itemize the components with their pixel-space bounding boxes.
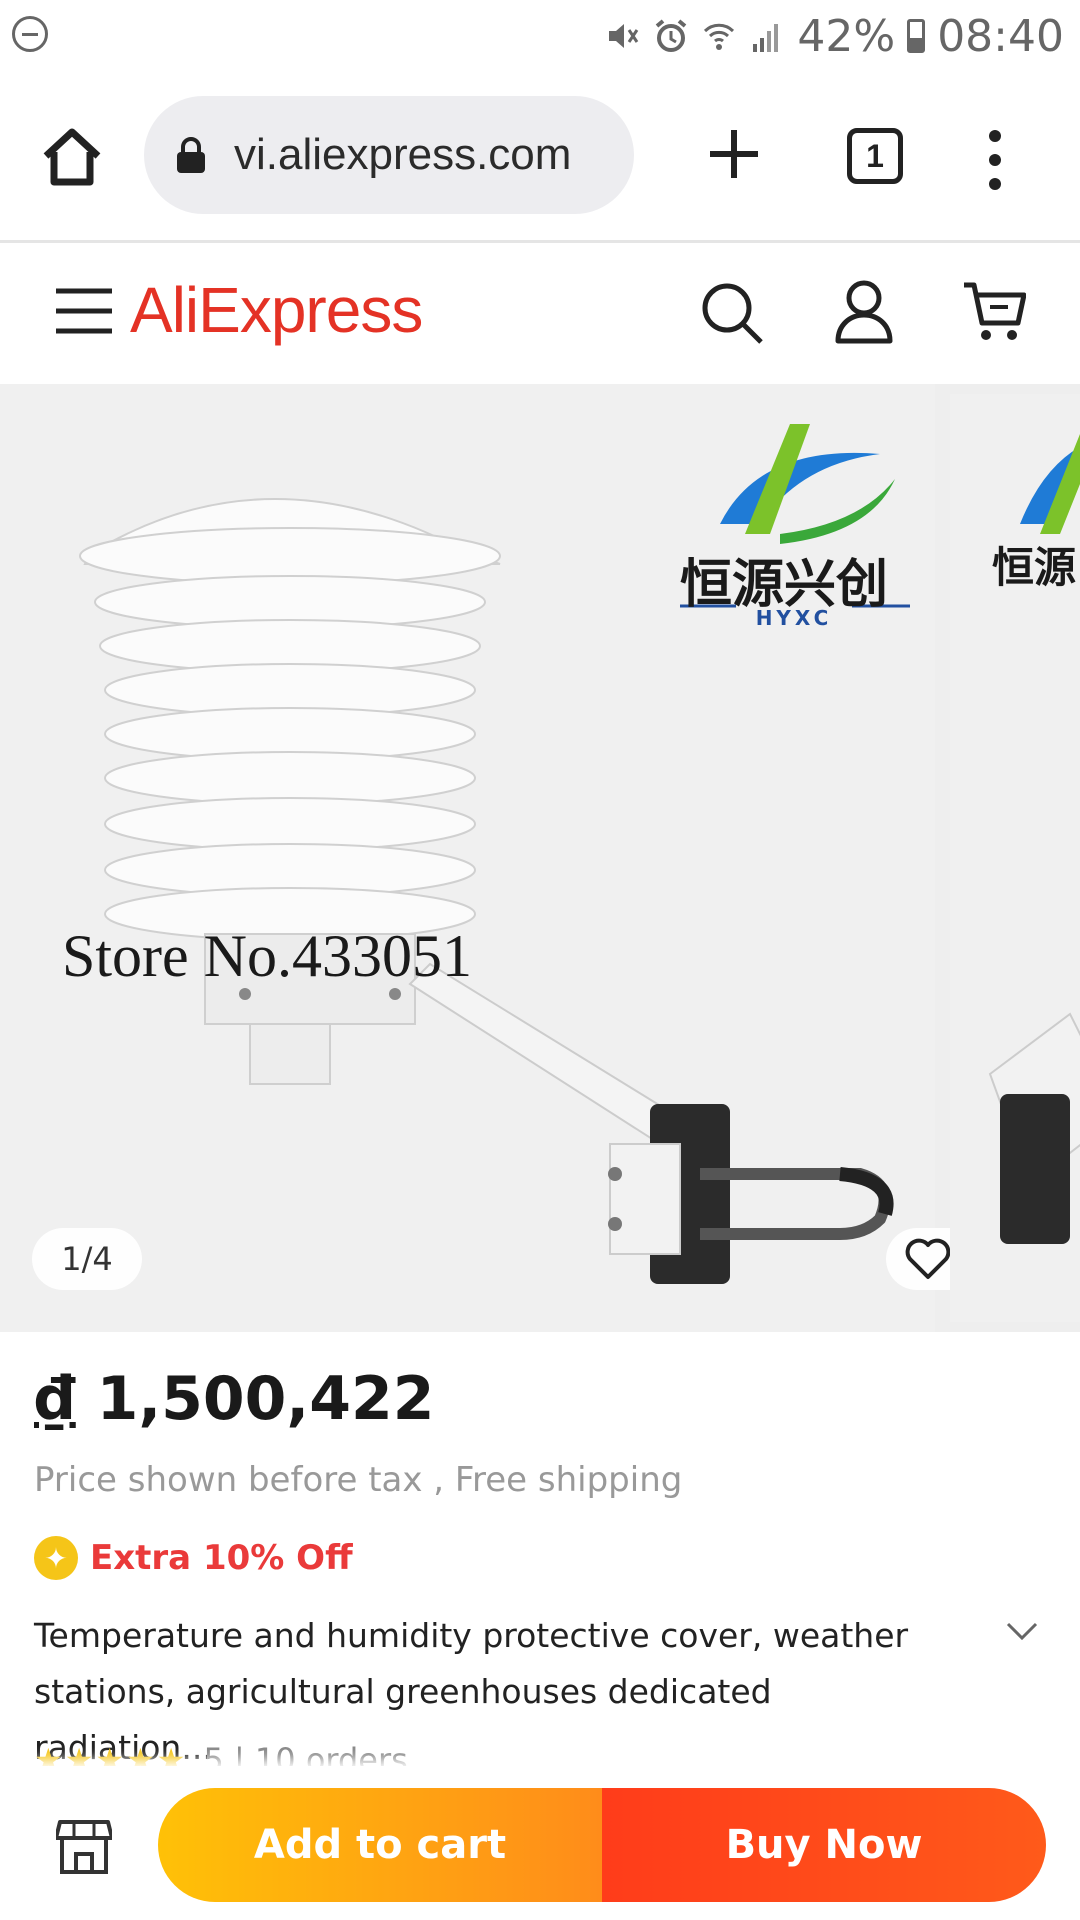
home-icon[interactable] <box>36 122 108 194</box>
alarm-icon <box>656 19 687 52</box>
cart-icon[interactable] <box>962 279 1026 345</box>
add-to-cart-button[interactable]: Add to cart <box>158 1788 602 1902</box>
chevron-down-icon[interactable] <box>1004 1612 1040 1648</box>
site-header: AliExpress <box>0 243 1080 384</box>
currency-symbol: ₫ <box>34 1364 76 1434</box>
star-badge-icon: ✦ <box>34 1536 78 1580</box>
mute-icon <box>609 24 639 48</box>
status-bar: 42% 08:40 <box>0 0 1080 72</box>
aliexpress-logo[interactable]: AliExpress <box>130 273 423 347</box>
more-menu-icon[interactable] <box>980 124 1010 196</box>
plus-icon[interactable] <box>700 120 768 188</box>
promo-badge[interactable]: ✦ Extra 10% Off <box>34 1534 353 1582</box>
clock: 08:40 <box>937 10 1064 62</box>
battery-icon <box>907 19 926 53</box>
promo-text: Extra 10% Off <box>90 1538 353 1578</box>
browser-toolbar: vi.aliexpress.com 1 <box>0 72 1080 243</box>
product-gallery[interactable]: Store No.433051 恒源兴创 HYXC 1/4 170 恒源 <box>0 384 1080 1332</box>
search-icon[interactable] <box>700 281 764 345</box>
url-text: vi.aliexpress.com <box>234 130 572 179</box>
wifi-icon <box>704 23 735 50</box>
store-watermark: Store No.433051 <box>62 923 472 989</box>
heart-icon <box>906 1238 951 1279</box>
product-price: ₫ 1,500,422 <box>34 1364 434 1434</box>
lock-icon <box>177 137 205 173</box>
product-image[interactable]: Store No.433051 恒源兴创 HYXC 1/4 170 <box>0 384 1044 1332</box>
hamburger-menu-icon[interactable] <box>54 286 114 336</box>
buy-now-button[interactable]: Buy Now <box>602 1788 1046 1902</box>
battery-percent: 42% <box>797 10 896 62</box>
brand-subtitle: HYXC <box>755 606 833 630</box>
store-icon[interactable] <box>56 1816 112 1876</box>
next-brand-name: 恒源 <box>992 543 1077 592</box>
image-counter: 1/4 <box>32 1228 142 1290</box>
price-value: 1,500,422 <box>96 1364 435 1434</box>
address-bar[interactable]: vi.aliexpress.com <box>144 96 634 214</box>
bottom-action-bar: Add to cart Buy Now <box>0 1766 1080 1920</box>
user-icon[interactable] <box>834 279 894 345</box>
price-note: Price shown before tax , Free shipping <box>34 1460 683 1500</box>
dnd-icon <box>12 16 48 52</box>
status-icons: 42% 08:40 <box>605 10 1064 62</box>
product-photo <box>79 424 910 1284</box>
signal-icon <box>753 24 779 52</box>
next-product-image[interactable]: 恒源 <box>950 394 1080 1322</box>
tabs-button[interactable]: 1 <box>847 128 903 184</box>
